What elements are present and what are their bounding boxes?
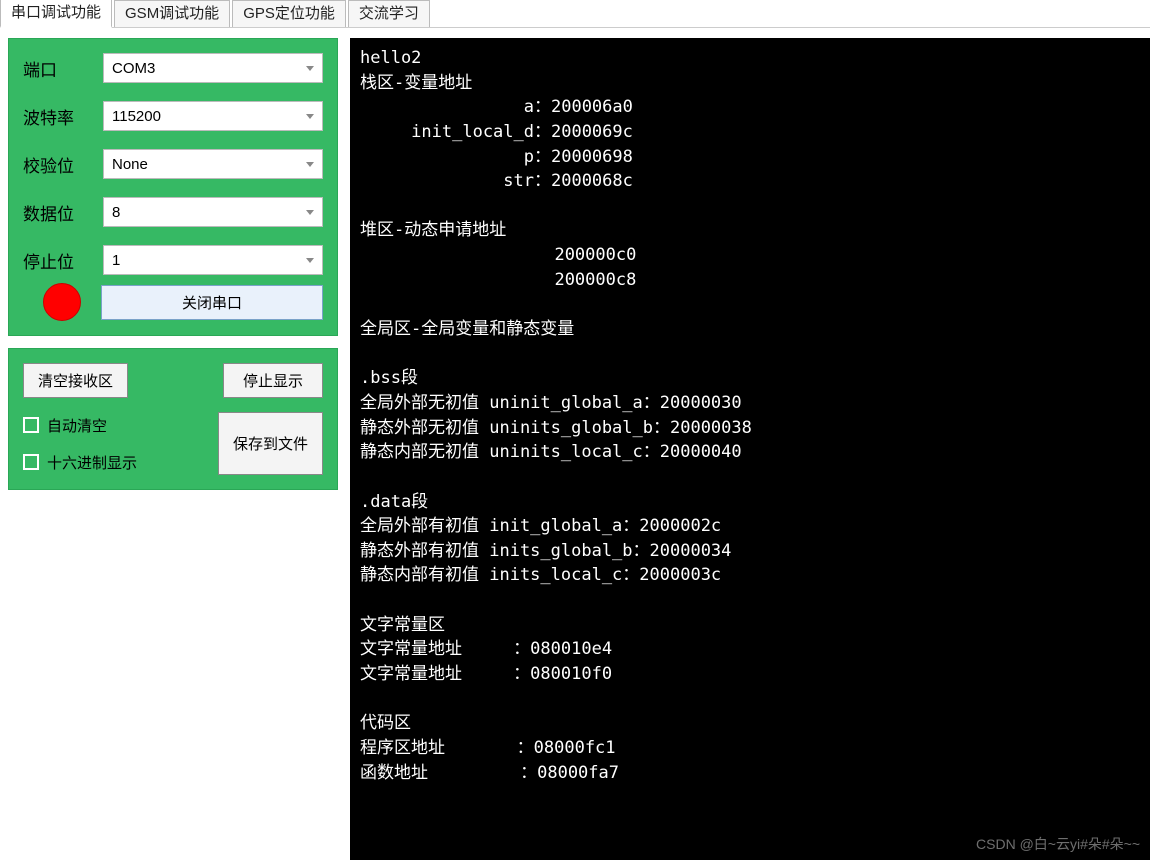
checkbox-icon <box>23 454 39 470</box>
baud-label: 波特率 <box>23 104 103 129</box>
tab-gsm-debug[interactable]: GSM调试功能 <box>114 0 230 27</box>
serial-config-panel: 端口 COM3 波特率 115200 校验位 None <box>8 38 338 336</box>
terminal-output[interactable]: hello2 栈区-变量地址 a：200006a0 init_local_d：2… <box>350 38 1150 860</box>
auto-clear-checkbox[interactable]: 自动清空 <box>23 415 137 436</box>
port-value: COM3 <box>112 60 155 77</box>
port-select[interactable]: COM3 <box>103 53 323 83</box>
hex-display-checkbox[interactable]: 十六进制显示 <box>23 452 137 473</box>
chevron-down-icon <box>306 66 314 71</box>
watermark-text: CSDN @白~云yi#朵#朵~~ <box>976 834 1140 854</box>
parity-select[interactable]: None <box>103 149 323 179</box>
chevron-down-icon <box>306 258 314 263</box>
tab-serial-debug[interactable]: 串口调试功能 <box>0 0 112 28</box>
receive-control-panel: 清空接收区 停止显示 自动清空 十六进制显示 保存到文件 <box>8 348 338 490</box>
tab-gps-locate[interactable]: GPS定位功能 <box>232 0 346 27</box>
chevron-down-icon <box>306 210 314 215</box>
baud-select[interactable]: 115200 <box>103 101 323 131</box>
tab-exchange-learn[interactable]: 交流学习 <box>348 0 430 27</box>
baud-value: 115200 <box>112 108 161 125</box>
connection-status-indicator <box>43 283 81 321</box>
stop-display-button[interactable]: 停止显示 <box>223 363 323 398</box>
checkbox-icon <box>23 417 39 433</box>
parity-label: 校验位 <box>23 152 103 177</box>
terminal-text: hello2 栈区-变量地址 a：200006a0 init_local_d：2… <box>360 48 752 783</box>
chevron-down-icon <box>306 114 314 119</box>
save-to-file-button[interactable]: 保存到文件 <box>218 412 323 475</box>
chevron-down-icon <box>306 162 314 167</box>
tab-bar: 串口调试功能 GSM调试功能 GPS定位功能 交流学习 <box>0 0 1150 28</box>
databits-select[interactable]: 8 <box>103 197 323 227</box>
databits-label: 数据位 <box>23 200 103 225</box>
hex-display-label: 十六进制显示 <box>47 452 137 473</box>
stopbits-value: 1 <box>112 252 120 269</box>
clear-receive-button[interactable]: 清空接收区 <box>23 363 128 398</box>
databits-value: 8 <box>112 204 120 221</box>
auto-clear-label: 自动清空 <box>47 415 107 436</box>
close-port-button[interactable]: 关闭串口 <box>101 285 323 320</box>
port-label: 端口 <box>23 56 103 81</box>
stopbits-select[interactable]: 1 <box>103 245 323 275</box>
parity-value: None <box>112 156 148 173</box>
stopbits-label: 停止位 <box>23 248 103 273</box>
